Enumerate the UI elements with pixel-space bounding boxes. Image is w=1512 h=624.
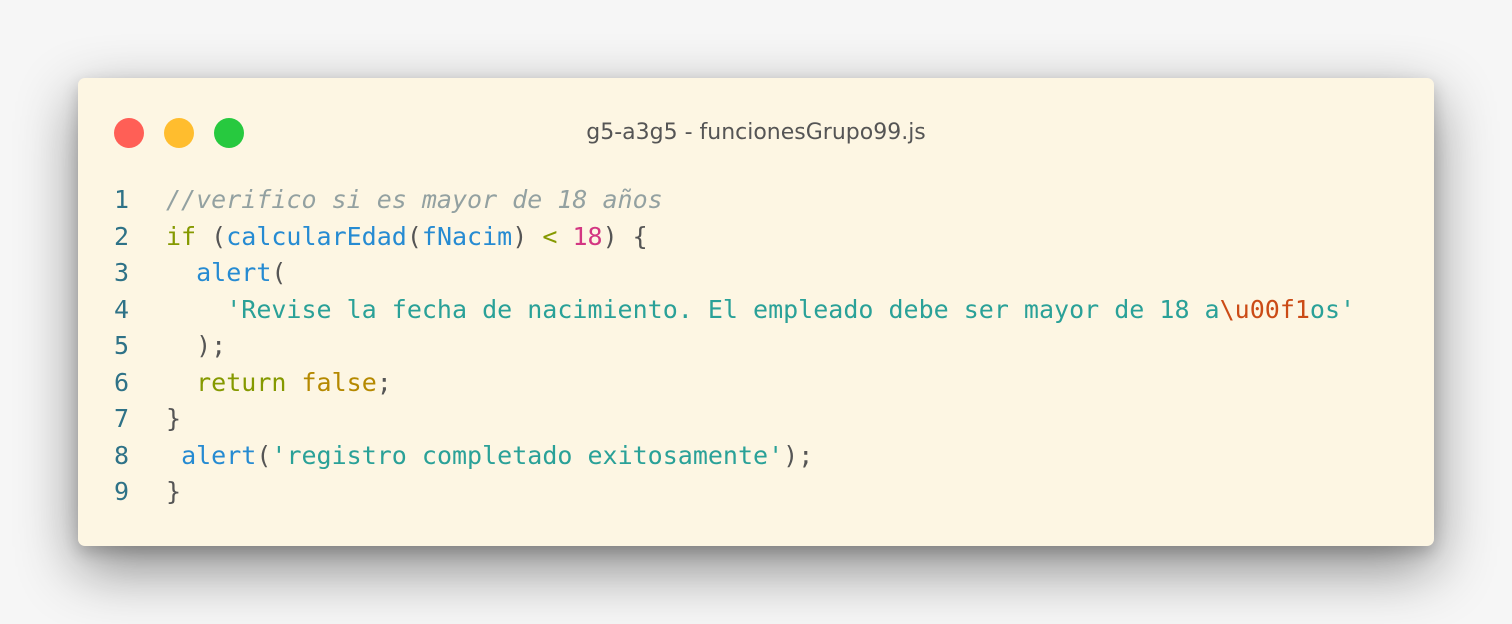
code-line: 9} bbox=[78, 474, 1434, 511]
code-line: 4 'Revise la fecha de nacimiento. El emp… bbox=[78, 292, 1434, 329]
code-string: 'registro completado exitosamente' bbox=[271, 440, 784, 470]
code-punctuation: ( bbox=[256, 440, 272, 470]
line-number: 5 bbox=[114, 331, 130, 360]
line-number: 7 bbox=[114, 404, 130, 433]
line-number: 9 bbox=[114, 477, 130, 506]
code-line: 8 alert('registro completado exitosament… bbox=[78, 438, 1434, 475]
code-punctuation: ; bbox=[376, 367, 392, 397]
line-source: ); bbox=[166, 328, 226, 365]
code-identifier: fNacim bbox=[421, 221, 513, 251]
code-editor[interactable]: 1//verifico si es mayor de 18 años 2 if (c… bbox=[78, 182, 1434, 511]
code-punctuation: } bbox=[166, 404, 182, 433]
code-punctuation bbox=[166, 295, 226, 324]
code-punctuation bbox=[166, 368, 196, 397]
window-title: g5-a3g5 - funcionesGrupo99.js bbox=[586, 120, 926, 145]
code-escape: \u00f1 bbox=[1219, 294, 1310, 324]
line-source: alert('registro completado exitosamente'… bbox=[166, 438, 813, 475]
line-number: 1 bbox=[114, 185, 130, 214]
code-punctuation bbox=[286, 368, 301, 397]
code-line: 2 if (calcularEdad(fNacim) < 18) { bbox=[78, 219, 1434, 256]
line-number: 3 bbox=[114, 258, 130, 287]
line-number: 2 bbox=[114, 221, 130, 251]
code-punctuation bbox=[557, 222, 572, 251]
code-identifier: calcularEdad bbox=[226, 221, 407, 251]
code-string: 'Revise la fecha de nacimiento. El emple… bbox=[226, 294, 1220, 324]
code-boolean: false bbox=[301, 367, 377, 397]
code-line: 7} bbox=[78, 401, 1434, 438]
code-punctuation: ( bbox=[406, 221, 422, 251]
line-source: //verifico si es mayor de 18 años bbox=[166, 182, 663, 219]
code-number: 18 bbox=[572, 221, 603, 251]
line-source: if (calcularEdad(fNacim) < 18) { bbox=[166, 219, 648, 256]
code-string: os' bbox=[1309, 294, 1356, 324]
code-line: 5 ); bbox=[78, 328, 1434, 365]
title-bar: g5-a3g5 - funcionesGrupo99.js bbox=[78, 78, 1434, 188]
code-punctuation: ); bbox=[166, 331, 227, 360]
code-window: g5-a3g5 - funcionesGrupo99.js 1 //verific… bbox=[78, 78, 1434, 546]
code-punctuation: ( bbox=[271, 258, 287, 287]
line-number: 8 bbox=[114, 440, 130, 470]
code-identifier: alert bbox=[196, 258, 272, 287]
code-punctuation: } bbox=[166, 477, 182, 506]
line-source: } bbox=[166, 401, 181, 438]
line-source: 'Revise la fecha de nacimiento. El emple… bbox=[166, 292, 1355, 329]
line-source: } bbox=[166, 474, 181, 511]
code-operator: < bbox=[542, 221, 558, 251]
code-punctuation bbox=[166, 441, 181, 470]
code-punctuation: ) bbox=[512, 221, 543, 251]
code-line: 6 return false; bbox=[78, 365, 1434, 402]
code-identifier: alert bbox=[181, 440, 257, 470]
code-punctuation: ) { bbox=[602, 221, 648, 251]
code-keyword: return bbox=[196, 367, 287, 397]
code-comment: //verifico si es mayor de 18 años bbox=[166, 185, 663, 214]
line-source: alert( bbox=[166, 255, 286, 292]
line-number: 6 bbox=[114, 367, 130, 397]
code-line: 3 alert( bbox=[78, 255, 1434, 292]
code-keyword: if bbox=[166, 221, 197, 251]
code-line: 1 //verifico si es mayor de 18 años bbox=[78, 182, 1434, 219]
code-punctuation: ( bbox=[196, 221, 227, 251]
code-punctuation bbox=[166, 258, 196, 287]
line-source: return false; bbox=[166, 365, 392, 402]
code-punctuation: ); bbox=[783, 440, 814, 470]
line-number: 4 bbox=[114, 294, 130, 324]
